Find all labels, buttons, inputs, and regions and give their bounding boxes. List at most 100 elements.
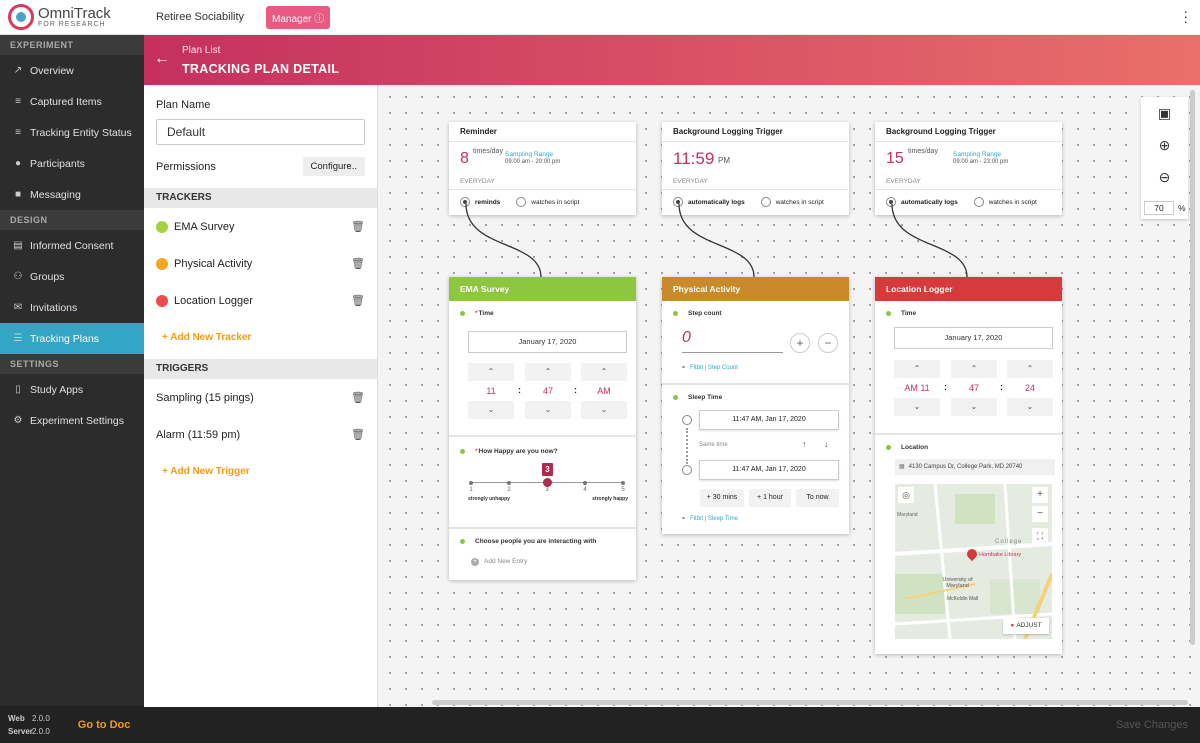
role-badge[interactable]: Manager ⓘ	[266, 5, 331, 29]
sidebar-item-tracking-entity-status[interactable]: ≡ Tracking Entity Status	[0, 117, 144, 148]
chevron-down-icon[interactable]: ⌄	[468, 401, 514, 419]
chevron-up-icon[interactable]: ⌃	[951, 360, 997, 378]
to-now-button[interactable]: To now	[796, 489, 839, 507]
location-map[interactable]: Hornbake Library University of Maryland …	[895, 484, 1052, 639]
sidebar-item-overview[interactable]: ↗ Overview	[0, 55, 144, 86]
scale-point[interactable]	[583, 480, 587, 485]
date-picker[interactable]: January 17, 2020	[894, 327, 1053, 349]
chevron-down-icon[interactable]: ⌄	[525, 401, 571, 419]
end-time-input[interactable]: 11:47 AM, Jan 17, 2020	[699, 460, 839, 480]
add-trigger-button[interactable]: + Add New Trigger	[144, 453, 377, 491]
second-spinner[interactable]: ⌃ 24 ⌄	[1007, 360, 1053, 416]
hour-spinner[interactable]: ⌃ AM 11 ⌄	[894, 360, 940, 416]
zoom-input[interactable]: 70	[1144, 201, 1174, 215]
sidebar-item-tracking-plans[interactable]: ☰ Tracking Plans	[0, 323, 144, 354]
chevron-up-icon[interactable]: ⌃	[468, 363, 514, 381]
address-field[interactable]: ▦ 4130 Campus Dr, College Park, MD 20740	[895, 459, 1055, 475]
breadcrumb[interactable]: Plan List	[182, 45, 220, 56]
zoom-out-icon[interactable]: ⊖	[1141, 161, 1188, 193]
scale-point[interactable]	[469, 480, 473, 485]
chevron-up-icon[interactable]: ⌃	[525, 363, 571, 381]
trigger-row[interactable]: Sampling (15 pings) 🗑	[144, 379, 377, 416]
more-options-icon[interactable]: · · ·	[1183, 4, 1188, 28]
trash-icon[interactable]: 🗑	[351, 391, 365, 404]
sidebar-item-experiment-settings[interactable]: ⚙ Experiment Settings	[0, 405, 144, 436]
tracker-row[interactable]: Physical Activity 🗑	[144, 245, 377, 282]
chevron-down-icon[interactable]: ⌄	[894, 398, 940, 416]
zoom-in-icon[interactable]: ⊕	[1141, 129, 1188, 161]
decrement-icon[interactable]: −	[818, 333, 838, 353]
chevron-down-icon[interactable]: ⌄	[581, 401, 627, 419]
trend-icon: ↗	[13, 65, 23, 76]
horizontal-scrollbar[interactable]	[432, 700, 1188, 705]
map-locate-icon[interactable]: ◎	[898, 487, 914, 503]
trigger-card-background-1[interactable]: Background Logging Trigger 11:59 PM EVER…	[662, 122, 849, 215]
tracker-card-physical-activity[interactable]: Physical Activity Step count 0 + − ⚭ Fitb…	[662, 277, 849, 534]
chevron-up-icon[interactable]: ⌃	[894, 360, 940, 378]
sidebar-item-messaging[interactable]: ■ Messaging	[0, 179, 144, 210]
minute-value: 47	[968, 383, 979, 393]
trigger-row[interactable]: Alarm (11:59 pm) 🗑	[144, 416, 377, 453]
sidebar-item-participants[interactable]: ● Participants	[0, 148, 144, 179]
fit-screen-icon[interactable]: ▣	[1141, 97, 1188, 129]
auto-logs-option[interactable]: automatically logs	[673, 197, 745, 207]
tracker-card-ema-survey[interactable]: EMA Survey * Time January 17, 2020 ⌃ 11 ⌄ :…	[449, 277, 636, 580]
increment-icon[interactable]: +	[790, 333, 810, 353]
tracker-row[interactable]: Location Logger 🗑	[144, 282, 377, 319]
plan-name-input[interactable]: Default	[156, 119, 365, 145]
step-source-link[interactable]: ⚭ Fitbit | Step Count	[681, 364, 738, 371]
start-radio-icon[interactable]	[682, 415, 692, 425]
minute-spinner[interactable]: ⌃ 47 ⌄	[525, 363, 571, 419]
auto-logs-option[interactable]: automatically logs	[886, 197, 958, 207]
trash-icon[interactable]: 🗑	[351, 428, 365, 441]
configure-button[interactable]: Configure..	[302, 157, 365, 176]
likert-scale[interactable]: 1 2 3 3 4 5 strongly unhappy strongly happy	[468, 463, 628, 515]
sidebar-item-groups[interactable]: ⚇ Groups	[0, 261, 144, 292]
arrow-down-icon[interactable]: ↓	[824, 439, 829, 449]
trigger-card-reminder[interactable]: Reminder 8 times/day Sampling Range 09:0…	[449, 122, 636, 215]
go-to-doc-link[interactable]: Go to Doc	[78, 719, 131, 731]
watches-option[interactable]: watches in script	[516, 197, 579, 207]
chevron-up-icon[interactable]: ⌃	[1007, 360, 1053, 378]
add-1-hour-button[interactable]: + 1 hour	[749, 489, 791, 507]
sidebar-item-informed-consent[interactable]: ▤ Informed Consent	[0, 230, 144, 261]
adjust-button[interactable]: ● ADJUST	[1003, 618, 1049, 634]
map-zoom-out-icon[interactable]: −	[1032, 506, 1048, 522]
chevron-up-icon[interactable]: ⌃	[581, 363, 627, 381]
watches-option[interactable]: watches in script	[973, 197, 1037, 207]
trash-icon[interactable]: 🗑	[351, 294, 365, 307]
tracker-row[interactable]: EMA Survey 🗑	[144, 208, 377, 245]
minute-spinner[interactable]: ⌃ 47 ⌄	[951, 360, 997, 416]
save-changes-button[interactable]: Save Changes	[1116, 719, 1188, 731]
sidebar-item-study-apps[interactable]: ▯ Study Apps	[0, 374, 144, 405]
map-fullscreen-icon[interactable]: ⛶	[1032, 528, 1048, 544]
add-30-mins-button[interactable]: + 30 mins	[700, 489, 744, 507]
map-zoom-in-icon[interactable]: +	[1032, 487, 1048, 503]
date-picker[interactable]: January 17, 2020	[468, 331, 627, 353]
vertical-scrollbar[interactable]	[1190, 90, 1195, 645]
scale-point[interactable]	[621, 480, 625, 485]
ampm-spinner[interactable]: ⌃ AM ⌄	[581, 363, 627, 419]
end-radio-icon[interactable]	[682, 465, 692, 475]
chevron-down-icon[interactable]: ⌄	[1007, 398, 1053, 416]
chevron-down-icon[interactable]: ⌄	[951, 398, 997, 416]
trash-icon[interactable]: 🗑	[351, 257, 365, 270]
trigger-card-background-2[interactable]: Background Logging Trigger 15 times/day …	[875, 122, 1062, 215]
watches-option[interactable]: watches in script	[760, 197, 824, 207]
sidebar-item-invitations[interactable]: ✉ Invitations	[0, 292, 144, 323]
add-tracker-button[interactable]: + Add New Tracker	[144, 319, 377, 357]
hour-spinner[interactable]: ⌃ 11 ⌄	[468, 363, 514, 419]
scale-point[interactable]	[542, 478, 552, 487]
step-count-input[interactable]: 0	[682, 329, 783, 353]
tracker-card-location-logger[interactable]: Location Logger Time January 17, 2020 ⌃ A…	[875, 277, 1062, 654]
sidebar-item-captured-items[interactable]: ≡ Captured Items	[0, 86, 144, 117]
start-time-input[interactable]: 11:47 AM, Jan 17, 2020	[699, 410, 839, 430]
arrow-up-icon[interactable]: ↑	[802, 439, 807, 449]
scale-point[interactable]	[507, 480, 511, 485]
reminds-option[interactable]: reminds	[460, 197, 500, 207]
back-arrow-icon[interactable]: ←	[154, 50, 170, 68]
app-logo[interactable]: OmniTrack FOR RESEARCH	[0, 0, 144, 35]
add-entry-button[interactable]: + Add New Entry	[471, 558, 527, 566]
trash-icon[interactable]: 🗑	[351, 220, 365, 233]
sleep-source-link[interactable]: ⚭ Fitbit | Sleep Time	[681, 515, 738, 522]
